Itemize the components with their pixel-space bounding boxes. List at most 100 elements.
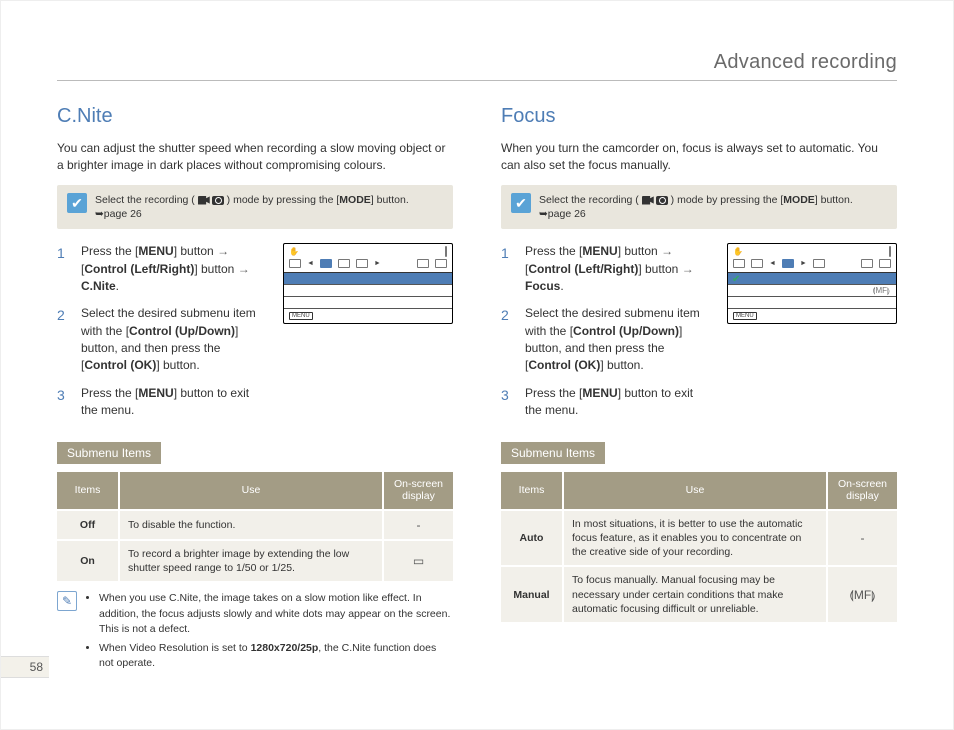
step-item: 2Select the desired submenu item with th… [57,305,267,375]
lcd-row-selected [284,273,452,285]
column-cnite: C.Nite You can adjust the shutter speed … [57,105,453,675]
step-number: 2 [501,305,515,375]
section-intro-focus: When you turn the camcorder on, focus is… [501,140,897,175]
lcd-row [284,285,452,297]
step-number: 3 [501,385,515,420]
cell-osd: - [827,510,897,567]
video-icon [642,196,654,205]
cell-use: In most situations, it is better to use … [563,510,827,567]
lcd-menu-button-icon: MENU [733,312,757,320]
cell-use: To focus manually. Manual focusing may b… [563,566,827,622]
steps-with-lcd: 1Press the [MENU] button → [Control (Lef… [501,243,897,430]
step-item: 2Select the desired submenu item with th… [501,305,711,375]
section-heading-focus: Focus [501,105,897,128]
notes-list: When you use C.Nite, the image takes on … [85,591,453,675]
mode-hint-text: Select the recording ( ) mode by pressin… [95,193,443,221]
lcd-tab-icon [751,259,763,268]
two-column-layout: C.Nite You can adjust the shutter speed … [57,105,897,675]
mode-hint-box: ✔ Select the recording ( ) mode by press… [501,185,897,229]
table-row: OnTo record a brighter image by extendin… [57,540,453,581]
step-item: 3 Press the [MENU] button to exit the men… [57,385,267,420]
lcd-tab-icon [435,259,447,268]
note-icon: ✎ [57,591,77,611]
cell-osd: - [383,510,453,540]
lcd-menu-button-icon: MENU [289,312,313,320]
recording-mode-icons [642,196,668,205]
lcd-tab-icon [733,259,745,268]
lcd-tab-icon [417,259,429,268]
lcd-preview-focus: ✋ ◄ ► ✔ ⟬MF⟭ [727,243,897,324]
step-text: Press the [MENU] button → [Control (Left… [81,243,267,295]
mode-hint-text: Select the recording ( ) mode by pressin… [539,193,887,221]
lcd-tab-icon [861,259,873,268]
step-number: 2 [57,305,71,375]
steps-list-focus: 1Press the [MENU] button → [Control (Lef… [501,243,711,420]
hand-icon: ✋ [733,247,743,256]
lcd-tab-selected-icon [320,259,332,268]
cell-item: Manual [501,566,563,622]
step-text: Select the desired submenu item with the… [81,305,267,375]
steps-with-lcd: 1Press the [MENU] button → [Control (Lef… [57,243,453,430]
notes-block: ✎ When you use C.Nite, the image takes o… [57,591,453,675]
battery-icon [889,246,891,257]
step-number: 1 [57,243,71,295]
video-icon [198,196,210,205]
section-intro-cnite: You can adjust the shutter speed when re… [57,140,453,175]
page-number: 58 [1,656,49,678]
cell-use: To record a brighter image by extending … [119,540,383,581]
note-item: When you use C.Nite, the image takes on … [99,591,453,637]
lcd-tab-icon [879,259,891,268]
hand-icon: ✋ [289,247,299,256]
battery-icon [445,246,447,257]
step-text: Press the [MENU] button → [Control (Left… [525,243,711,295]
cell-item: Off [57,510,119,540]
check-icon: ✔ [67,193,87,213]
lcd-row: ⟬MF⟭ [728,285,896,297]
lcd-tab-selected-icon [782,259,794,268]
recording-mode-icons [198,196,224,205]
table-row: OffTo disable the function.- [57,510,453,540]
column-focus: Focus When you turn the camcorder on, fo… [501,105,897,675]
lcd-submenu-list: ✔ ⟬MF⟭ [728,272,896,309]
table-row: ManualTo focus manually. Manual focusing… [501,566,897,622]
lcd-tab-icon [356,259,368,268]
th-use: Use [119,472,383,510]
step-number: 3 [57,385,71,420]
mode-hint-box: ✔ Select the recording ( ) mode by press… [57,185,453,229]
lcd-preview-cnite: ✋ ◄ ► [283,243,453,324]
lcd-tab-icon [289,259,301,268]
lcd-row [728,297,896,309]
lcd-row [284,297,452,309]
lcd-row-selected: ✔ [728,273,896,285]
lcd-tab-icon [813,259,825,268]
cell-osd: ⟬MF⟭ [827,566,897,622]
step-text: Press the [MENU] button to exit the menu… [525,385,711,420]
step-text: Press the [MENU] button to exit the menu… [81,385,267,420]
check-icon: ✔ [511,193,531,213]
lcd-tab-icon [338,259,350,268]
th-items: Items [57,472,119,510]
step-number: 1 [501,243,515,295]
submenu-table-focus: Items Use On-screen display AutoIn most … [501,472,897,622]
th-use: Use [563,472,827,510]
step-text: Select the desired submenu item with the… [525,305,711,375]
cell-item: On [57,540,119,581]
steps-list-cnite: 1Press the [MENU] button → [Control (Lef… [57,243,267,420]
cell-use: To disable the function. [119,510,383,540]
submenu-items-label: Submenu Items [57,442,161,464]
th-items: Items [501,472,563,510]
photo-icon [656,196,668,205]
th-osd: On-screen display [827,472,897,510]
section-heading-cnite: C.Nite [57,105,453,128]
step-item: 1Press the [MENU] button → [Control (Lef… [57,243,267,295]
submenu-table-cnite: Items Use On-screen display OffTo disabl… [57,472,453,582]
th-osd: On-screen display [383,472,453,510]
manual-page: 58 Advanced recording C.Nite You can adj… [0,0,954,730]
submenu-items-label: Submenu Items [501,442,605,464]
chapter-title: Advanced recording [57,51,897,81]
lcd-submenu-list [284,272,452,309]
photo-icon [212,196,224,205]
step-item: 1Press the [MENU] button → [Control (Lef… [501,243,711,295]
table-row: AutoIn most situations, it is better to … [501,510,897,567]
note-item: When Video Resolution is set to 1280x720… [99,641,453,671]
